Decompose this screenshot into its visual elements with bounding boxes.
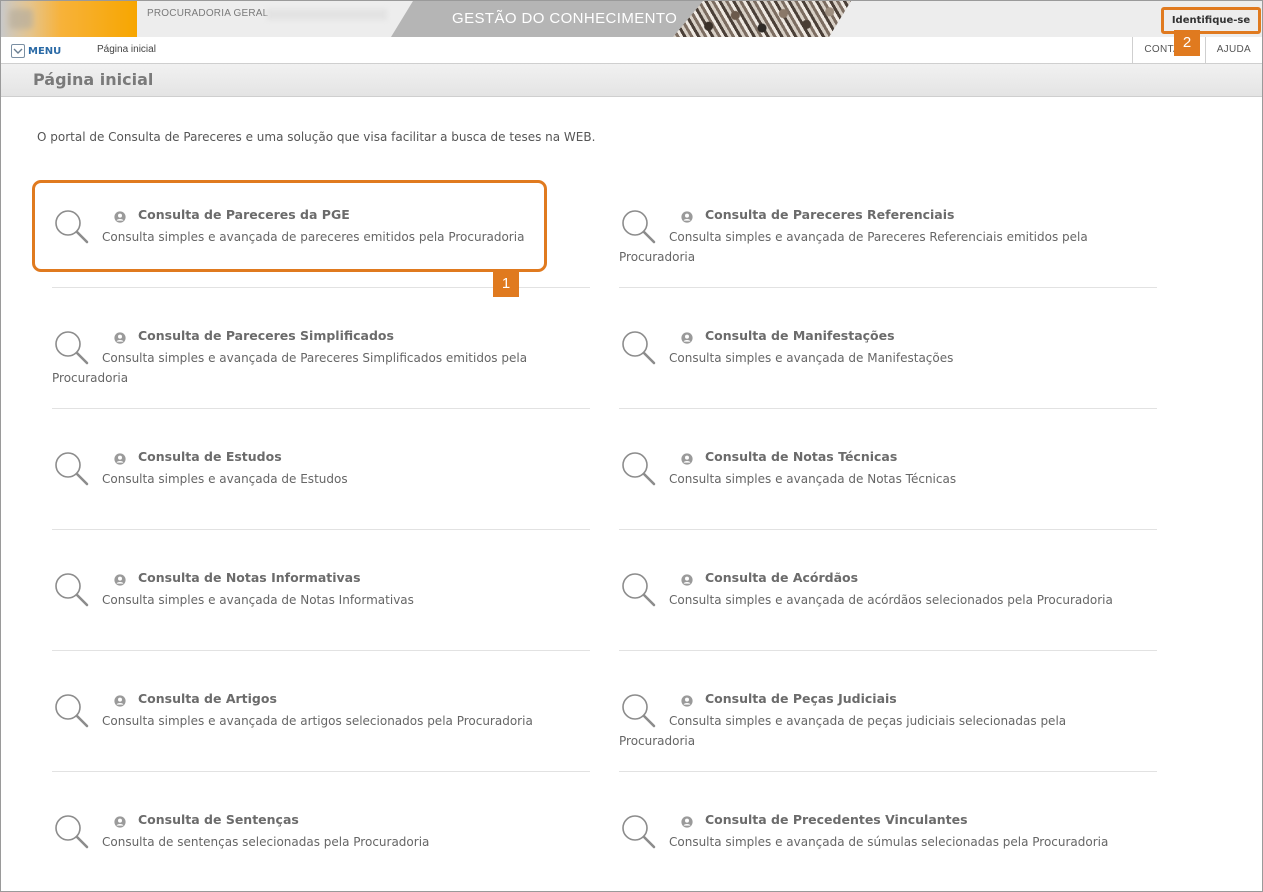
banner-crowd-image	[673, 1, 851, 37]
consulta-item-title[interactable]: Consulta de Peças Judiciais	[705, 691, 897, 706]
item-divider	[619, 287, 1157, 288]
user-icon	[681, 329, 693, 344]
chevron-down-icon	[11, 44, 25, 58]
menu-label: MENU	[28, 45, 62, 57]
item-divider	[619, 650, 1157, 651]
logo-mark	[9, 9, 33, 29]
item-divider	[52, 771, 590, 772]
user-icon	[114, 450, 126, 465]
banner-title: GESTÃO DO CONHECIMENTO	[452, 10, 678, 27]
item-divider	[52, 529, 590, 530]
consulta-item-title[interactable]: Consulta de Sentenças	[138, 812, 299, 827]
top-banner: PROCURADORIA GERAL GESTÃO DO CONHECIMENT…	[1, 1, 1262, 37]
consulta-item-description: Consulta simples e avançada de peças jud…	[619, 714, 1067, 748]
consulta-item-description: Consulta simples e avançada de Estudos	[102, 472, 348, 486]
user-icon	[681, 450, 693, 465]
user-icon	[681, 813, 693, 828]
user-icon	[114, 813, 126, 828]
user-icon	[114, 329, 126, 344]
consulta-item-description: Consulta de sentenças selecionadas pela …	[102, 835, 430, 849]
org-name: PROCURADORIA GERAL	[147, 8, 269, 19]
logo[interactable]	[1, 1, 137, 37]
consulta-item-title[interactable]: Consulta de Pareceres Simplificados	[138, 328, 394, 343]
highlight-box	[32, 180, 547, 272]
consulta-item-title[interactable]: Consulta de Manifestações	[705, 328, 895, 343]
consulta-item-description: Consulta simples e avançada de acórdãos …	[669, 593, 1113, 607]
intro-text: O portal de Consulta de Pareceres e uma …	[37, 130, 596, 144]
item-divider	[52, 650, 590, 651]
consulta-item-title[interactable]: Consulta de Precedentes Vinculantes	[705, 812, 968, 827]
org-name-redacted	[267, 9, 387, 20]
annotation-badge-2: 2	[1174, 30, 1200, 56]
breadcrumb: Página inicial	[97, 44, 156, 55]
user-icon	[114, 692, 126, 707]
annotation-badge-1: 1	[493, 271, 519, 297]
page-title: Página inicial	[33, 70, 154, 89]
consulta-item-title[interactable]: Consulta de Notas Técnicas	[705, 449, 897, 464]
item-divider	[52, 408, 590, 409]
item-divider	[619, 529, 1157, 530]
consulta-item-title[interactable]: Consulta de Artigos	[138, 691, 277, 706]
consulta-item-description: Consulta simples e avançada de Pareceres…	[52, 351, 528, 385]
user-icon	[681, 208, 693, 223]
item-divider	[619, 408, 1157, 409]
consulta-item-description: Consulta simples e avançada de Pareceres…	[619, 230, 1088, 264]
consulta-item-title[interactable]: Consulta de Pareceres Referenciais	[705, 207, 954, 222]
consulta-item-description: Consulta simples e avançada de Notas Téc…	[669, 472, 957, 486]
user-icon	[681, 571, 693, 586]
consulta-item-description: Consulta simples e avançada de Manifesta…	[669, 351, 954, 365]
browser-frame: PROCURADORIA GERAL GESTÃO DO CONHECIMENT…	[0, 0, 1263, 892]
consulta-item-title[interactable]: Consulta de Notas Informativas	[138, 570, 361, 585]
user-icon	[681, 692, 693, 707]
page-header: Página inicial	[1, 64, 1262, 97]
menu-button[interactable]: MENU	[11, 43, 61, 59]
consulta-item-description: Consulta simples e avançada de artigos s…	[102, 714, 533, 728]
consulta-item-title[interactable]: Consulta de Estudos	[138, 449, 282, 464]
nav-bar: MENU Página inicial CONTATO AJUDA	[1, 37, 1262, 64]
consulta-item-description: Consulta simples e avançada de súmulas s…	[669, 835, 1109, 849]
item-divider	[619, 771, 1157, 772]
consulta-item-title[interactable]: Consulta de Acórdãos	[705, 570, 858, 585]
consulta-item-description: Consulta simples e avançada de Notas Inf…	[102, 593, 414, 607]
nav-link-ajuda[interactable]: AJUDA	[1204, 37, 1262, 63]
user-icon	[114, 571, 126, 586]
